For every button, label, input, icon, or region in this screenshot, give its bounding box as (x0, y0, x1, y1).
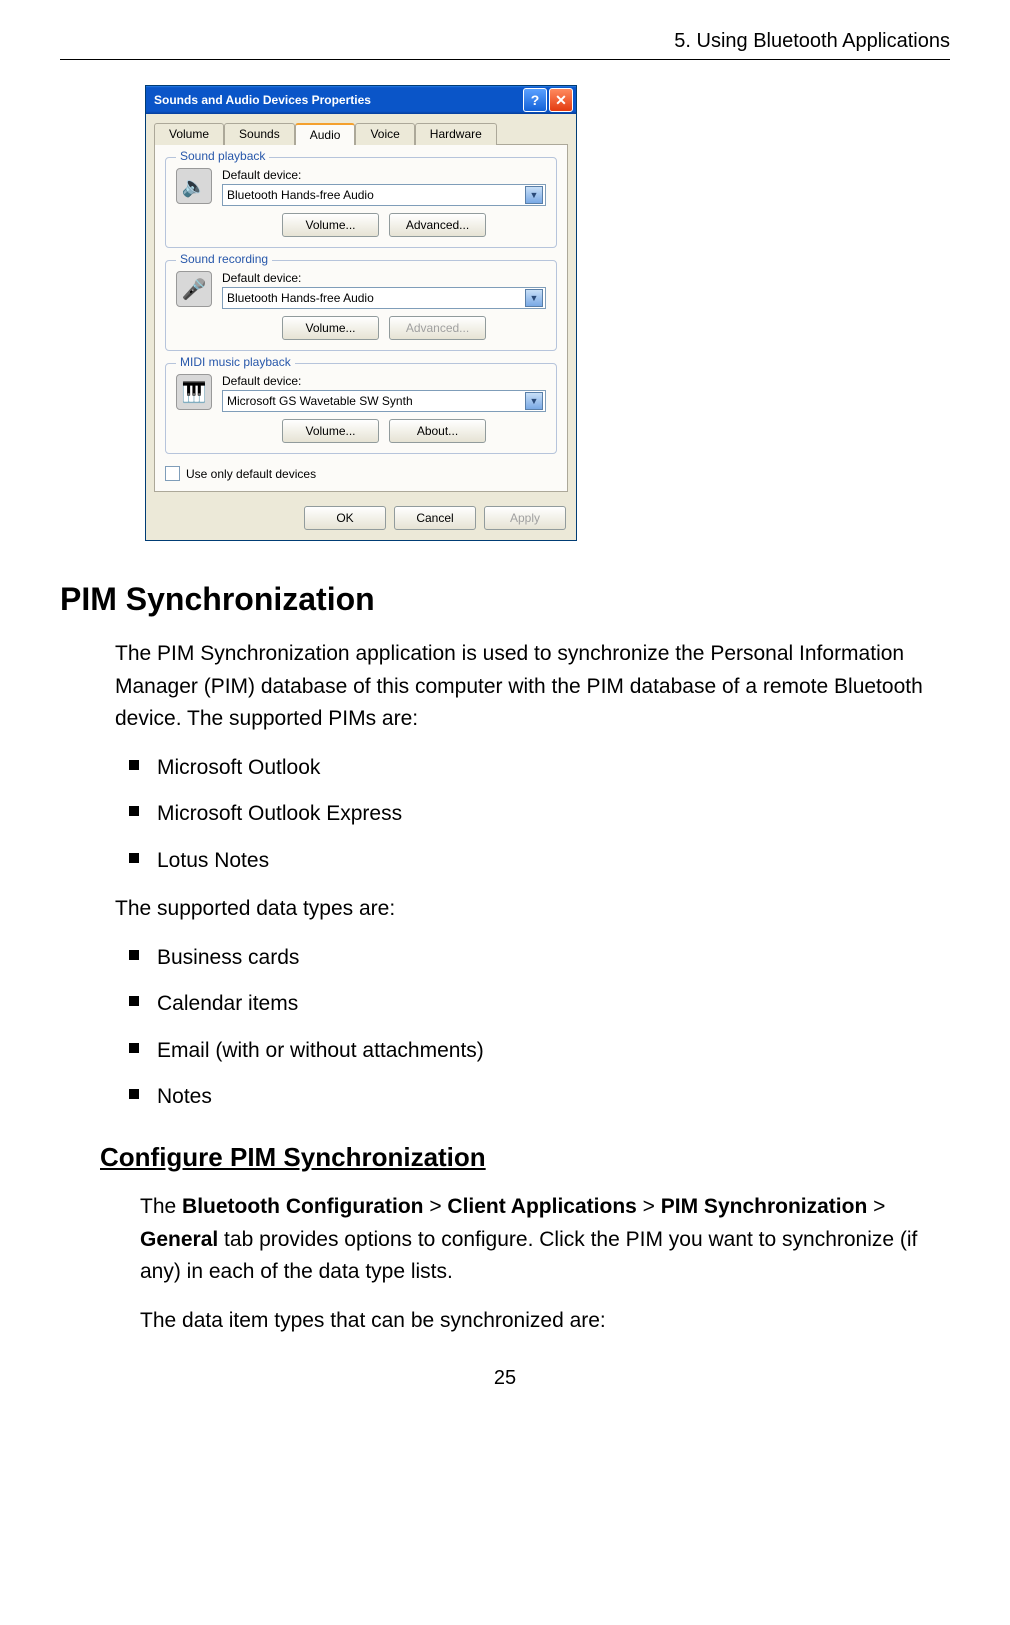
window-title: Sounds and Audio Devices Properties (154, 93, 521, 107)
chevron-down-icon: ▼ (525, 186, 543, 204)
group-label: Sound recording (176, 252, 272, 266)
select-value: Bluetooth Hands-free Audio (227, 291, 374, 305)
field-label: Default device: (222, 374, 546, 388)
pim-list: Microsoft Outlook Microsoft Outlook Expr… (115, 752, 950, 878)
checkbox-label: Use only default devices (186, 467, 316, 481)
cancel-button[interactable]: Cancel (394, 506, 476, 530)
field-label: Default device: (222, 271, 546, 285)
body-paragraph: The data item types that can be synchron… (140, 1305, 950, 1338)
body-paragraph: The Bluetooth Configuration > Client App… (140, 1191, 950, 1289)
datatype-list: Business cards Calendar items Email (wit… (115, 942, 950, 1114)
recording-advanced-button: Advanced... (389, 316, 486, 340)
recording-volume-button[interactable]: Volume... (282, 316, 379, 340)
close-icon[interactable]: ✕ (549, 88, 573, 112)
list-item: Microsoft Outlook (115, 752, 950, 785)
group-label: MIDI music playback (176, 355, 295, 369)
tab-hardware[interactable]: Hardware (415, 123, 497, 145)
tab-audio[interactable]: Audio (295, 123, 356, 145)
list-item: Lotus Notes (115, 845, 950, 878)
page-header: 5. Using Bluetooth Applications (60, 30, 950, 60)
midi-device-select[interactable]: Microsoft GS Wavetable SW Synth ▼ (222, 390, 546, 412)
microphone-icon: 🎤 (176, 271, 212, 307)
midi-about-button[interactable]: About... (389, 419, 486, 443)
sound-playback-group: Sound playback 🔈 Default device: Bluetoo… (165, 157, 557, 248)
midi-volume-button[interactable]: Volume... (282, 419, 379, 443)
tabstrip: Volume Sounds Audio Voice Hardware (154, 122, 568, 144)
list-item: Microsoft Outlook Express (115, 798, 950, 831)
body-paragraph: The PIM Synchronization application is u… (115, 638, 950, 736)
playback-advanced-button[interactable]: Advanced... (389, 213, 486, 237)
playback-device-select[interactable]: Bluetooth Hands-free Audio ▼ (222, 184, 546, 206)
default-devices-checkbox[interactable] (165, 466, 180, 481)
subsection-heading: Configure PIM Synchronization (100, 1142, 950, 1173)
apply-button: Apply (484, 506, 566, 530)
audio-properties-dialog: Sounds and Audio Devices Properties ? ✕ … (145, 85, 577, 541)
sound-recording-group: Sound recording 🎤 Default device: Blueto… (165, 260, 557, 351)
playback-volume-button[interactable]: Volume... (282, 213, 379, 237)
midi-icon: 🎹 (176, 374, 212, 410)
chevron-down-icon: ▼ (525, 392, 543, 410)
titlebar[interactable]: Sounds and Audio Devices Properties ? ✕ (146, 86, 576, 114)
help-icon[interactable]: ? (523, 88, 547, 112)
section-heading: PIM Synchronization (60, 581, 950, 618)
select-value: Bluetooth Hands-free Audio (227, 188, 374, 202)
midi-playback-group: MIDI music playback 🎹 Default device: Mi… (165, 363, 557, 454)
field-label: Default device: (222, 168, 546, 182)
speaker-icon: 🔈 (176, 168, 212, 204)
tab-sounds[interactable]: Sounds (224, 123, 295, 145)
list-item: Notes (115, 1081, 950, 1114)
chevron-down-icon: ▼ (525, 289, 543, 307)
list-item: Email (with or without attachments) (115, 1035, 950, 1068)
recording-device-select[interactable]: Bluetooth Hands-free Audio ▼ (222, 287, 546, 309)
group-label: Sound playback (176, 149, 269, 163)
select-value: Microsoft GS Wavetable SW Synth (227, 394, 413, 408)
ok-button[interactable]: OK (304, 506, 386, 530)
body-paragraph: The supported data types are: (115, 893, 950, 926)
list-item: Business cards (115, 942, 950, 975)
page-number: 25 (60, 1367, 950, 1390)
list-item: Calendar items (115, 988, 950, 1021)
tab-volume[interactable]: Volume (154, 123, 224, 145)
tab-voice[interactable]: Voice (355, 123, 414, 145)
